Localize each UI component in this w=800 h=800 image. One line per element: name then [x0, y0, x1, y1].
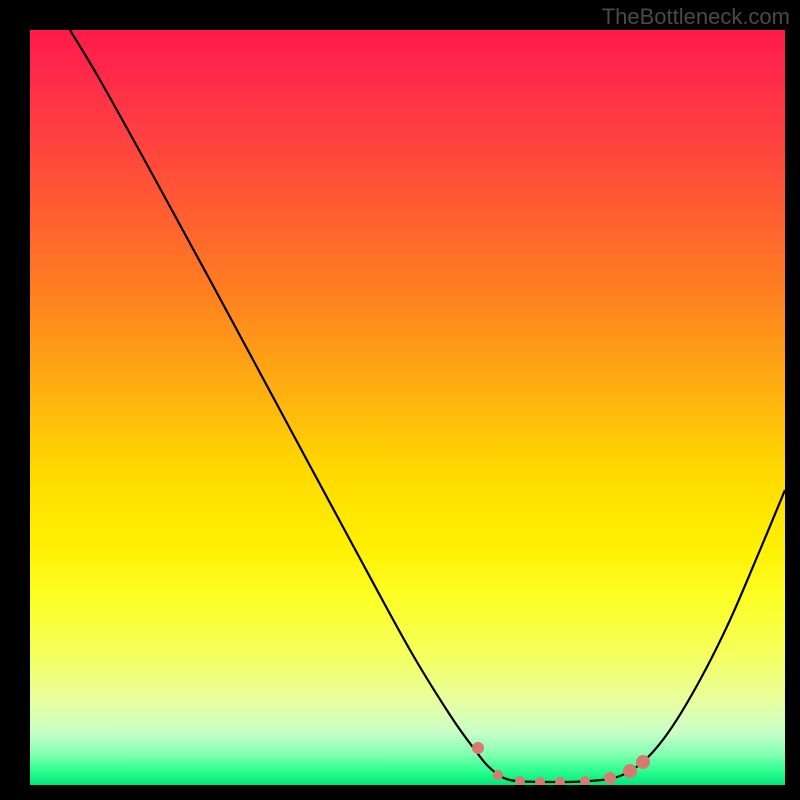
curve-markers: [472, 742, 650, 785]
curve-marker: [555, 777, 565, 785]
bottleneck-curve: [70, 30, 785, 782]
chart-svg: [30, 30, 785, 785]
curve-marker: [604, 772, 616, 784]
curve-marker: [636, 755, 650, 769]
curve-marker: [580, 776, 590, 785]
curve-marker: [472, 742, 484, 754]
curve-marker: [515, 776, 525, 785]
watermark-text: TheBottleneck.com: [602, 4, 790, 30]
curve-marker: [535, 777, 545, 785]
curve-marker: [493, 770, 503, 780]
curve-marker: [623, 764, 637, 778]
plot-area: [30, 30, 785, 785]
